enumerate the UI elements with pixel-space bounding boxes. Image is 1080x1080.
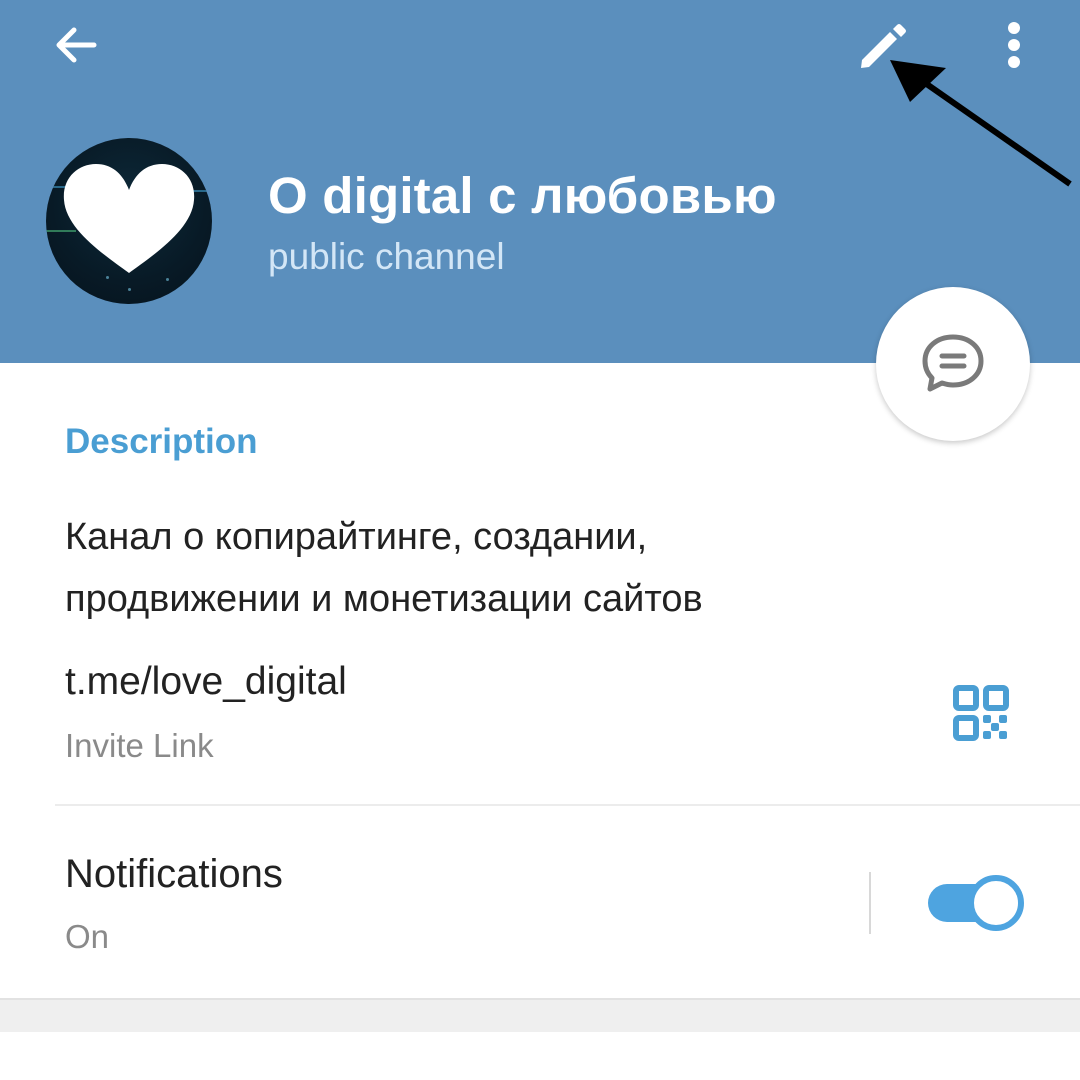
message-button[interactable] — [876, 287, 1030, 441]
pencil-icon — [861, 24, 906, 68]
notifications-title: Notifications — [65, 852, 283, 896]
toggle-knob — [968, 875, 1024, 931]
edit-button[interactable] — [852, 18, 912, 74]
invite-link[interactable]: t.me/love_digital — [65, 660, 347, 704]
next-section — [0, 1032, 1080, 1080]
qr-code-button[interactable] — [952, 684, 1010, 742]
back-button[interactable] — [48, 18, 104, 74]
more-options-button[interactable] — [994, 18, 1034, 74]
divider — [55, 804, 1080, 806]
message-icon — [922, 334, 984, 392]
notifications-toggle[interactable] — [928, 875, 1024, 931]
invite-link-label: Invite Link — [65, 727, 214, 764]
more-vertical-icon — [1008, 22, 1020, 68]
channel-type: public channel — [268, 236, 505, 277]
notifications-status: On — [65, 918, 110, 955]
channel-avatar[interactable] — [46, 138, 212, 304]
description-heading: Description — [65, 422, 258, 461]
heart-icon — [63, 164, 195, 273]
vertical-separator — [869, 872, 871, 934]
channel-description: Канал о копирайтинге, создании, продвиже… — [65, 516, 703, 620]
channel-title: O digital с любовью — [268, 167, 777, 224]
qr-code-icon — [953, 685, 1009, 741]
section-separator — [0, 998, 1080, 1032]
arrow-left-icon — [56, 27, 97, 63]
